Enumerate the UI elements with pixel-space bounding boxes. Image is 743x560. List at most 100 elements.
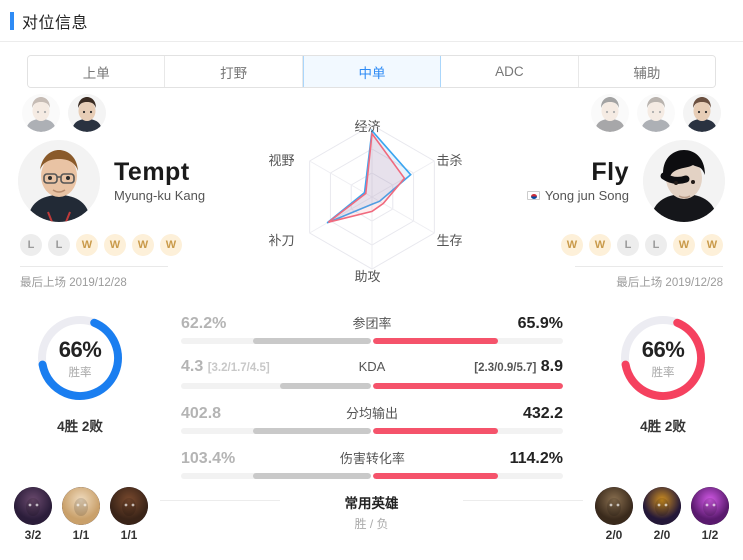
stat-2-left-value: 402.8 [181,405,222,422]
right-player-card[interactable]: Fly Yong jun Song [526,140,725,222]
stat-3-right-bar [373,473,563,479]
stat-3-name: 伤害转化率 [339,451,405,466]
right-thumbnail-1[interactable] [637,94,675,132]
left-champion-icon-1 [62,487,100,525]
right-player-text: Fly Yong jun Song [526,157,629,204]
tab-4[interactable]: 辅助 [578,56,715,87]
left-champion-record-2: 1/1 [120,528,138,542]
right-record-badge-0: W [561,234,583,256]
role-tab-bar: 上单 打野 中单 ADC 辅助 [27,55,716,88]
left-winrate-ring: 66% 胜率 [34,312,126,404]
left-record-badge-1: L [48,234,70,256]
stat-1-name: KDA [358,359,386,374]
right-record-badge-5: W [701,234,723,256]
right-player-portrait [643,140,725,222]
radar-axis-label-assists: 助攻 [354,269,381,284]
stat-2-left-bar [181,428,371,434]
left-record-badge-0: L [20,234,42,256]
left-champion-record-0: 3/2 [24,528,42,542]
left-champion-1[interactable]: 1/1 [62,487,100,542]
radar-axis-label-kills: 击杀 [436,153,463,168]
radar-axis-label-cs: 补刀 [268,233,295,248]
stat-row-2: 402.8 分均输出 432.2 [181,403,563,434]
left-winrate-value: 66% [58,336,102,362]
tab-1[interactable]: 打野 [165,56,303,87]
right-player-last-played: 最后上场 2019/12/28 [575,266,723,290]
right-winrate-label: 胜率 [651,366,675,379]
stat-2-right-bar [373,428,563,434]
left-player-text: Tempt Myung-ku Kang [114,159,206,204]
right-player-realname-row: Yong jun Song [526,188,629,204]
left-thumbnail-1[interactable] [68,94,106,132]
right-champion-2[interactable]: 1/2 [691,487,729,542]
right-record-badge-2: L [617,234,639,256]
stat-3-right-value: 114.2% [509,450,563,467]
tab-2[interactable]: 中单 [302,56,442,87]
champion-section-title: 常用英雄 胜 / 负 [262,492,482,532]
left-record-badge-5: W [160,234,182,256]
left-winrate-block: 66% 胜率 4胜 2败 [5,312,155,435]
right-winrate-center: 66% 胜率 [617,312,709,404]
left-champion-icon-2 [110,487,148,525]
stat-3-left-value: 103.4% [181,450,236,467]
left-champion-list: 3/2 1/1 1/1 [14,487,148,542]
right-champion-icon-1 [643,487,681,525]
left-winrate-label: 胜率 [68,366,92,379]
right-thumbnail-0[interactable] [591,94,629,132]
right-team-thumbnails [591,94,721,132]
left-champion-2[interactable]: 1/1 [110,487,148,542]
right-winrate-block: 66% 胜率 4胜 2败 [588,312,738,435]
korea-flag-icon [526,191,540,201]
stat-1-left-value: 4.3 [3.2/1.7/4.5] [181,358,270,375]
tab-3[interactable]: ADC [441,56,579,87]
stat-0-name: 参团率 [352,316,392,331]
left-team-thumbnails [22,94,106,132]
right-winrate-value: 66% [641,336,685,362]
stat-1-left-bar [181,383,371,389]
right-player-recent-record: WWLLWW [561,234,723,256]
stat-0-right-bar [373,338,563,344]
right-champion-1[interactable]: 2/0 [643,487,681,542]
left-player-portrait [18,140,100,222]
right-record-badge-1: W [589,234,611,256]
stat-row-1: 4.3 [3.2/1.7/4.5] KDA [2.3/0.9/5.7] 8.9 [181,358,563,389]
tab-0[interactable]: 上单 [28,56,166,87]
right-champion-record-1: 2/0 [653,528,671,542]
left-champion-record-1: 1/1 [72,528,90,542]
champion-title-text: 常用英雄 [344,496,399,511]
left-record-badge-3: W [104,234,126,256]
stat-1-right-value: [2.3/0.9/5.7] 8.9 [474,358,563,375]
right-player-realname: Yong jun Song [544,188,629,204]
right-champion-record-0: 2/0 [605,528,623,542]
left-record-summary: 4胜 2败 [57,419,103,434]
left-champion-0[interactable]: 3/2 [14,487,52,542]
left-record-badge-4: W [132,234,154,256]
right-record-badge-3: L [645,234,667,256]
stat-0-right-value: 65.9% [517,315,563,332]
radar-axis-label-vision: 视野 [268,153,295,168]
panel-header: 对位信息 [0,0,743,42]
right-winrate-ring: 66% 胜率 [617,312,709,404]
right-champion-record-2: 1/2 [701,528,719,542]
left-thumbnail-0[interactable] [22,94,60,132]
right-player-name: Fly [591,157,629,186]
champion-subtitle-text: 胜 / 负 [354,517,389,531]
stat-1-right-bar [373,383,563,389]
radar-axis-label-economy: 经济 [354,119,381,134]
left-champion-icon-0 [14,487,52,525]
right-thumbnail-2[interactable] [683,94,721,132]
stat-0-left-bar [181,338,371,344]
stat-2-name: 分均输出 [345,406,398,421]
right-champion-icon-0 [595,487,633,525]
left-player-realname: Myung-ku Kang [114,188,206,204]
right-champion-0[interactable]: 2/0 [595,487,633,542]
stat-row-0: 62.2% 参团率 65.9% [181,313,563,344]
stat-comparison-list: 62.2% 参团率 65.9% 4.3 [3.2/1.7/4.5] KDA [2.3/0.… [181,313,563,493]
stat-3-left-bar [181,473,371,479]
left-player-card[interactable]: Tempt Myung-ku Kang [18,140,205,222]
left-player-last-played: 最后上场 2019/12/28 [20,266,168,290]
left-player-recent-record: LLWWWW [20,234,182,256]
attribute-radar-chart: 经济 击杀 生存 助攻 补刀 视野 [267,102,477,292]
header-accent-bar [10,11,14,30]
right-champion-list: 2/0 2/0 1/2 [595,487,729,542]
